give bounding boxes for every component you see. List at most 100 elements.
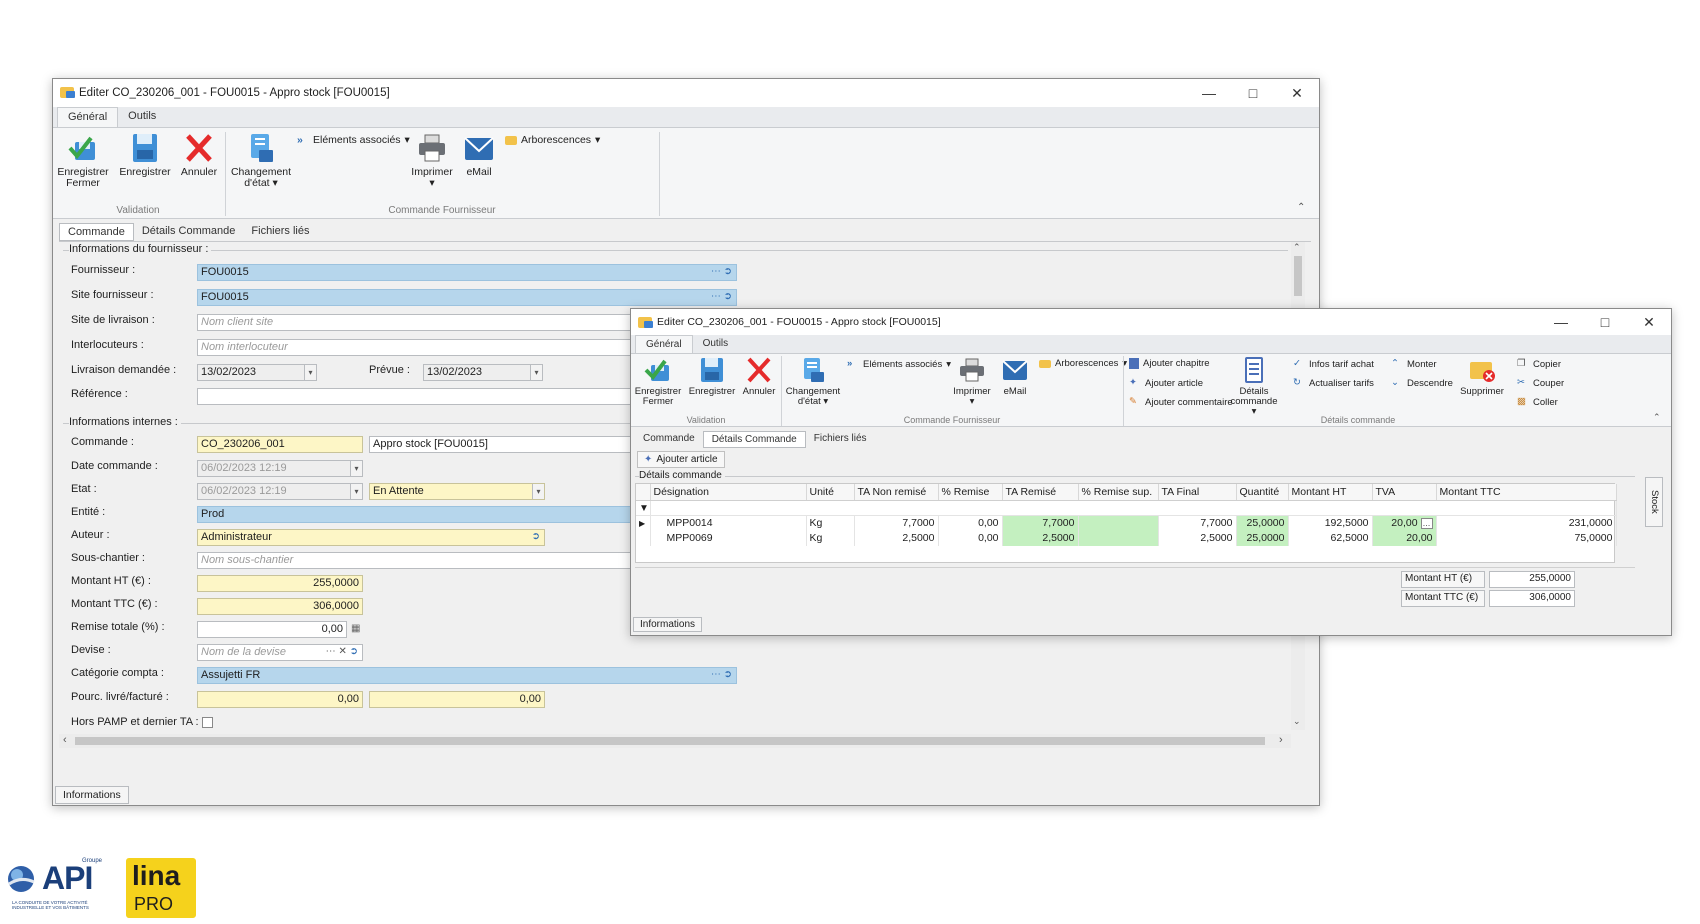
cell-tva[interactable]: 20,00 … [1372,515,1437,531]
add-comment-button[interactable]: ✎ Ajouter commentaire [1129,396,1233,408]
add-chapter-button[interactable]: Ajouter chapitre [1129,358,1210,369]
cell-remise[interactable]: 0,00 [938,515,1003,531]
cell-ta-final[interactable]: 2,5000 [1158,530,1237,546]
interlocuteurs-field[interactable]: Nom interlocuteur [197,339,687,356]
col-header[interactable]: TVA [1372,484,1437,501]
save-close-button[interactable]: Enregistrer Fermer [57,132,109,189]
print-button[interactable]: Imprimer ▾ [949,356,995,407]
cell-ta-final[interactable]: 7,7000 [1158,515,1237,531]
save-button[interactable]: Enregistrer [119,132,171,178]
site-fournisseur-field[interactable]: FOU0015 ⋯ ➲ [197,289,737,306]
move-down-button[interactable]: ⌄ Descendre [1391,377,1453,389]
tab-outils[interactable]: Outils [118,107,166,127]
pourc-facture-field[interactable]: 0,00 [369,691,545,708]
dropdown-arrow-icon[interactable]: ▾ [350,484,362,499]
col-header[interactable]: % Remise [938,484,1003,501]
cell-ta-remise[interactable]: 2,5000 [1002,530,1079,546]
reference-field[interactable] [197,388,687,405]
date-commande-field[interactable]: 06/02/2023 12:19 ▾ [197,460,363,477]
prevue-date-field[interactable]: 13/02/2023 ▾ [423,364,543,381]
minimize-button[interactable]: — [1187,79,1231,107]
tab-outils[interactable]: Outils [693,335,739,353]
col-header[interactable]: TA Remisé [1002,484,1079,501]
tab-fichiers-lies[interactable]: Fichiers liés [806,431,875,448]
filter-cell[interactable] [650,500,1617,516]
email-button[interactable]: eMail [995,356,1035,397]
total-ttc-value[interactable]: 306,0000 [1489,590,1575,607]
details-commande-button[interactable]: Détails commande ▾ [1227,356,1281,417]
commande-field[interactable]: CO_230206_001 [197,436,363,453]
tab-commande[interactable]: Commande [59,223,134,241]
table-row[interactable]: ▶ MPP0014 Kg 7,7000 0,00 7,7000 7,7000 2… [636,515,1617,531]
scroll-thumb[interactable] [75,737,1265,745]
ellipsis-button[interactable]: … [1420,518,1433,530]
close-button[interactable]: ✕ [1627,309,1671,335]
cell-remise[interactable]: 0,00 [938,530,1003,546]
montant-ttc-field[interactable]: 306,0000 [197,598,363,615]
scroll-thumb[interactable] [1294,256,1302,296]
add-article-ribbon-button[interactable]: ✦ Ajouter article [1129,377,1203,389]
scroll-right-icon[interactable]: › [1279,734,1283,746]
etat-date-field[interactable]: 06/02/2023 12:19 ▾ [197,483,363,500]
cell-unite[interactable]: Kg [806,515,855,531]
tree-button[interactable]: Arborescences ▾ [1039,358,1127,369]
move-up-button[interactable]: ⌃ Monter [1391,358,1437,370]
livraison-date-field[interactable]: 13/02/2023 ▾ [197,364,317,381]
entite-field[interactable]: Prod [197,506,687,523]
col-header[interactable]: Désignation [650,484,807,501]
scroll-left-icon[interactable]: ‹ [63,734,67,746]
cell-montant-ttc[interactable]: 75,0000 [1436,530,1617,546]
cell-unite[interactable]: Kg [806,530,855,546]
total-ht-value[interactable]: 255,0000 [1489,571,1575,588]
save-button[interactable]: Enregistrer [687,356,737,397]
tab-details-commande[interactable]: Détails Commande [134,223,244,241]
print-button[interactable]: Imprimer ▾ [407,132,457,189]
dropdown-arrow-icon[interactable]: ▾ [530,365,542,380]
calculator-icon[interactable]: ▦ [351,623,360,634]
cell-ta-remise[interactable]: 7,7000 [1002,515,1079,531]
copy-button[interactable]: ❐ Copier [1517,358,1561,370]
cell-quantite[interactable]: 25,0000 [1236,530,1289,546]
lookup-icon[interactable]: ⋯ ➲ [711,669,732,680]
minimize-button[interactable]: — [1539,309,1583,335]
montant-ht-field[interactable]: 255,0000 [197,575,363,592]
lookup-icon[interactable]: ⋯ ➲ [711,266,732,277]
tab-general[interactable]: Général [57,107,119,127]
categorie-field[interactable]: Assujetti FR ⋯ ➲ [197,667,737,684]
cell-quantite[interactable]: 25,0000 [1236,515,1289,531]
sous-chantier-field[interactable]: Nom sous-chantier [197,552,687,569]
tab-general[interactable]: Général [635,335,693,353]
lookup-icon[interactable]: ➲ [532,531,540,542]
paste-button[interactable]: ▩ Coller [1517,396,1558,408]
filter-icon[interactable]: ▼ [636,500,651,516]
informations-tab[interactable]: Informations [633,617,703,632]
site-livraison-field[interactable]: Nom client site [197,314,687,331]
cancel-button[interactable]: Annuler [739,356,779,397]
email-button[interactable]: eMail [457,132,501,178]
col-header[interactable]: % Remise sup. [1078,484,1159,501]
col-header[interactable]: Unité [806,484,855,501]
associated-elements-button[interactable]: » Eléments associés ▾ [847,358,951,370]
dropdown-arrow-icon[interactable]: ▾ [350,461,362,476]
close-button[interactable]: ✕ [1275,79,1319,107]
collapse-ribbon-icon[interactable]: ⌃ [1297,202,1305,213]
scroll-up-icon[interactable]: ⌃ [1293,242,1301,253]
tab-details-commande[interactable]: Détails Commande [702,431,806,448]
tab-fichiers-lies[interactable]: Fichiers liés [243,223,317,241]
cell-ta-non-remise[interactable]: 2,5000 [854,530,939,546]
devise-field[interactable]: Nom de la devise ⋯ ✕ ➲ [197,644,363,661]
collapse-ribbon-icon[interactable]: ⌃ [1653,412,1661,423]
cancel-button[interactable]: Annuler [177,132,221,178]
col-header[interactable]: Quantité [1236,484,1289,501]
col-header[interactable]: TA Final [1158,484,1237,501]
cell-montant-ttc[interactable]: 231,0000 [1436,515,1617,531]
etat-select[interactable]: En Attente ▾ [369,483,545,500]
tree-button[interactable]: Arborescences ▾ [505,134,600,146]
cell-montant-ht[interactable]: 62,5000 [1288,530,1373,546]
scroll-down-icon[interactable]: ⌄ [1293,716,1301,727]
stock-side-tab[interactable]: Stock [1645,477,1663,527]
cell-remise-sup[interactable] [1078,530,1159,546]
lookup-icon[interactable]: ⋯ ➲ [711,291,732,302]
cell-designation[interactable]: MPP0069 [650,530,807,546]
maximize-button[interactable]: □ [1231,79,1275,107]
